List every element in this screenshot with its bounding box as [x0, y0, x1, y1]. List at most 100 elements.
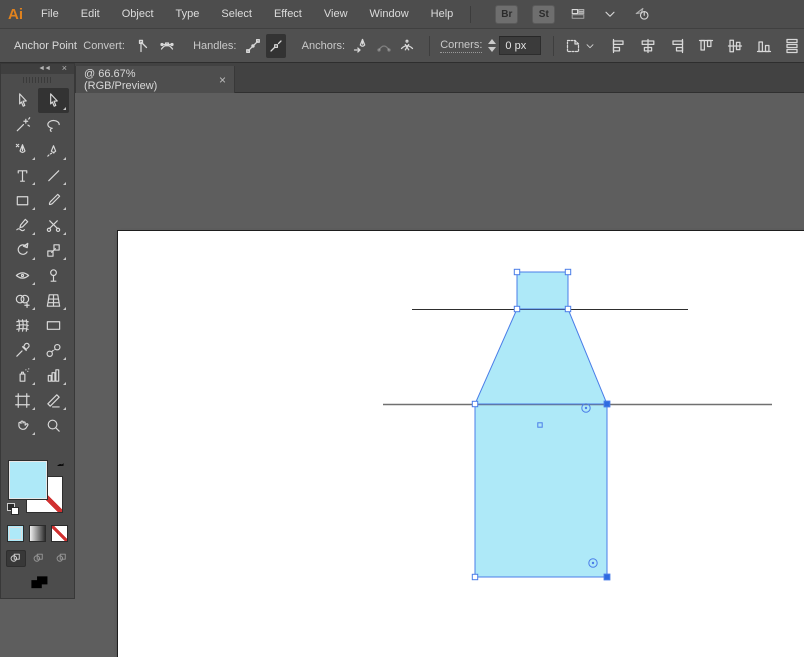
tool-type[interactable] — [7, 163, 38, 188]
convert-to-smooth-button[interactable] — [157, 34, 177, 58]
menu-edit[interactable]: Edit — [70, 0, 111, 29]
convert-label: Convert: — [83, 39, 125, 52]
fill-swatch[interactable] — [8, 460, 48, 500]
artboard[interactable] — [117, 230, 804, 657]
menu-file[interactable]: File — [30, 0, 70, 29]
align-v-center-button[interactable] — [724, 34, 746, 58]
column-graph-icon — [45, 367, 62, 384]
perspective-grid-icon — [45, 292, 62, 309]
bridge-button[interactable]: Br — [495, 4, 519, 24]
workspace-switcher-icon[interactable] — [569, 6, 587, 22]
tool-curvature[interactable] — [38, 138, 69, 163]
chevron-down-icon[interactable] — [601, 6, 619, 22]
lasso-icon — [45, 117, 62, 134]
hide-handles-button[interactable] — [265, 33, 286, 58]
handles-label: Handles: — [193, 39, 237, 52]
menu-view[interactable]: View — [313, 0, 359, 29]
separator — [429, 35, 431, 56]
select-similar-button[interactable] — [562, 34, 584, 58]
tool-gradient[interactable] — [38, 313, 69, 338]
draw-inside-button[interactable] — [52, 550, 72, 567]
convert-to-corner-button[interactable] — [131, 34, 151, 58]
app-logo[interactable]: Ai — [8, 6, 23, 23]
distribute-button[interactable] — [782, 34, 804, 58]
tool-perspective-grid[interactable] — [38, 288, 69, 313]
artboard-tool-icon — [14, 392, 31, 409]
tool-scissors[interactable] — [38, 213, 69, 238]
cut-path-button[interactable] — [397, 34, 417, 58]
tool-slice[interactable] — [38, 388, 69, 413]
align-right-button[interactable] — [666, 34, 688, 58]
align-left-button[interactable] — [608, 34, 630, 58]
scissors-icon — [45, 217, 62, 234]
menu-object[interactable]: Object — [111, 0, 165, 29]
collapse-panel-icon[interactable]: ◄◄ — [38, 64, 51, 74]
tool-pen[interactable] — [7, 138, 38, 163]
draw-behind-button[interactable] — [29, 550, 49, 567]
stock-button[interactable]: St — [532, 4, 556, 24]
gradient-mode-button[interactable] — [29, 525, 46, 542]
menu-window[interactable]: Window — [359, 0, 420, 29]
tool-shaper[interactable] — [7, 213, 38, 238]
tool-artboard[interactable] — [7, 388, 38, 413]
tool-line-segment[interactable] — [38, 163, 69, 188]
tool-scale[interactable] — [38, 238, 69, 263]
tool-rotate[interactable] — [7, 238, 38, 263]
slice-knife-icon — [45, 392, 62, 409]
control-bar-title: Anchor Point — [14, 39, 77, 52]
menu-type[interactable]: Type — [165, 0, 211, 29]
tool-zoom[interactable] — [38, 413, 69, 438]
swap-fill-stroke-icon[interactable] — [54, 461, 68, 477]
tool-shape-builder[interactable] — [7, 288, 38, 313]
menu-help[interactable]: Help — [420, 0, 465, 29]
tool-eyedropper[interactable] — [7, 338, 38, 363]
chevron-down-icon[interactable] — [584, 34, 596, 58]
eyedropper-icon — [14, 342, 31, 359]
align-group — [608, 34, 804, 58]
close-panel-icon[interactable]: × — [62, 63, 67, 74]
tool-column-graph[interactable] — [38, 363, 69, 388]
draw-behind-icon — [32, 552, 46, 565]
tool-lasso[interactable] — [38, 113, 69, 138]
tool-blend[interactable] — [38, 338, 69, 363]
main-menu: File Edit Object Type Select Effect View… — [30, 0, 464, 29]
tab-close-icon[interactable]: × — [219, 73, 226, 87]
color-mode-button[interactable] — [7, 525, 24, 542]
sync-settings-icon[interactable] — [633, 6, 651, 22]
stepper-down-icon[interactable] — [488, 47, 497, 52]
tool-mesh[interactable] — [7, 313, 38, 338]
menu-effect[interactable]: Effect — [263, 0, 313, 29]
align-bottom-button[interactable] — [753, 34, 775, 58]
default-fill-stroke-icon[interactable] — [7, 503, 20, 516]
tool-magic-wand[interactable] — [7, 113, 38, 138]
corners-stepper[interactable] — [488, 39, 497, 52]
show-handles-button[interactable] — [242, 34, 262, 58]
screen-mode-button[interactable] — [27, 574, 49, 594]
align-top-button[interactable] — [695, 34, 717, 58]
canvas-area[interactable] — [0, 63, 804, 657]
tool-puppet-warp[interactable] — [38, 263, 69, 288]
draw-normal-button[interactable] — [6, 550, 26, 567]
corners-input[interactable] — [499, 36, 542, 55]
remove-anchor-button[interactable] — [351, 34, 371, 58]
separator — [553, 35, 555, 56]
panel-gripper[interactable] — [22, 77, 53, 83]
none-mode-button[interactable] — [51, 525, 68, 542]
stepper-up-icon[interactable] — [488, 39, 497, 44]
menu-select[interactable]: Select — [210, 0, 263, 29]
tool-grid — [7, 88, 69, 438]
type-tool-icon — [14, 167, 31, 184]
connect-anchors-button[interactable] — [374, 34, 394, 58]
tool-rectangle[interactable] — [7, 188, 38, 213]
tool-width[interactable] — [7, 263, 38, 288]
paintbrush-icon — [45, 192, 62, 209]
tool-symbol-sprayer[interactable] — [7, 363, 38, 388]
align-h-center-button[interactable] — [637, 34, 659, 58]
tool-selection[interactable] — [7, 88, 38, 113]
puppet-warp-pin-icon — [45, 267, 62, 284]
tool-direct-selection[interactable] — [38, 88, 69, 113]
document-tab[interactable]: @ 66.67% (RGB/Preview) × — [75, 66, 235, 93]
draw-normal-icon — [9, 552, 23, 565]
tool-hand[interactable] — [7, 413, 38, 438]
tool-paintbrush[interactable] — [38, 188, 69, 213]
